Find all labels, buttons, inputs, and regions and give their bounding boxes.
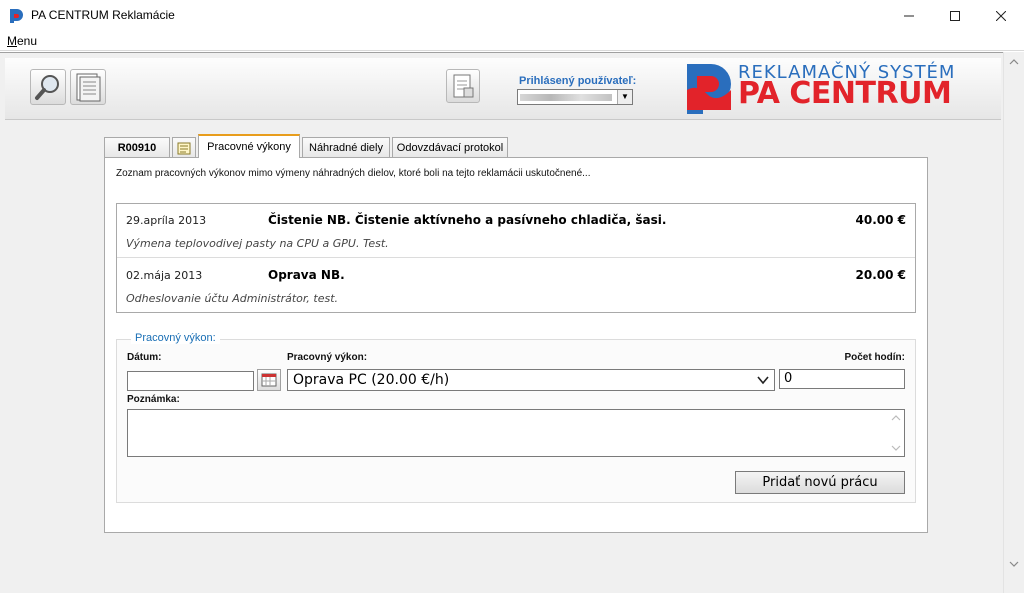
close-icon — [996, 11, 1006, 21]
report-list-button[interactable] — [70, 69, 106, 105]
list-item[interactable]: 02.mája 2013 Oprava NB. 20.00 € Odheslov… — [117, 259, 915, 313]
work-tab-panel: Zoznam pracovných výkonov mimo výmeny ná… — [104, 157, 928, 533]
document-edit-button[interactable] — [446, 69, 480, 103]
work-type-select[interactable]: Oprava PC (20.00 €/h) — [287, 369, 775, 391]
hours-label: Počet hodín: — [844, 352, 905, 363]
work-form-group: Pracovný výkon: Dátum: Pracovný výkon: P… — [116, 332, 916, 503]
chevron-down-icon[interactable]: ▼ — [617, 90, 632, 104]
intro-text: Zoznam pracovných výkonov mimo výmeny ná… — [116, 168, 591, 179]
logged-user-label: Prihlásený používateľ: — [519, 75, 637, 87]
pa-centrum-logo-icon — [687, 64, 731, 114]
work-date: 29.apríla 2013 — [126, 214, 207, 227]
textarea-scroll-icon[interactable] — [887, 410, 905, 456]
work-type-value: Oprava PC (20.00 €/h) — [293, 372, 450, 388]
date-input[interactable] — [127, 371, 254, 391]
tab-handover-protocol[interactable]: Odovzdávací protokol — [392, 137, 508, 157]
group-title: Pracovný výkon: — [131, 332, 220, 344]
add-work-button[interactable]: Pridať novú prácu — [735, 471, 905, 494]
work-price: 40.00 € — [855, 213, 906, 227]
tab-reclamation-id[interactable]: R00910 — [104, 137, 170, 157]
menu-label-rest: enu — [17, 34, 38, 48]
logged-user-select[interactable]: ▼ — [517, 89, 633, 105]
magnifier-icon — [35, 75, 59, 100]
date-label: Dátum: — [127, 352, 162, 363]
scroll-up-icon[interactable] — [1004, 58, 1024, 72]
tab-notes[interactable] — [172, 137, 196, 157]
minimize-icon — [904, 15, 914, 17]
minimize-button[interactable] — [886, 0, 932, 32]
document-icon — [453, 74, 474, 98]
logo-title: PA CENTRUM — [738, 76, 952, 111]
window-title: PA CENTRUM Reklamácie — [31, 8, 175, 22]
work-note: Výmena teplovodivej pasty na CPU a GPU. … — [126, 237, 389, 250]
menu-item-menu[interactable]: Menu — [7, 34, 37, 48]
work-date: 02.mája 2013 — [126, 269, 203, 282]
maximize-button[interactable] — [932, 0, 978, 32]
tab-label: Pracovné výkony — [207, 141, 291, 153]
hours-input[interactable]: 0 — [779, 369, 905, 389]
calendar-button[interactable] — [257, 369, 281, 391]
work-type-label: Pracovný výkon: — [287, 352, 368, 363]
tab-label: Náhradné diely — [309, 141, 383, 154]
search-button[interactable] — [30, 69, 66, 105]
title-bar: PA CENTRUM Reklamácie — [0, 0, 1024, 32]
close-button[interactable] — [978, 0, 1024, 32]
note-textarea[interactable] — [127, 409, 905, 457]
app-icon — [10, 9, 23, 23]
menu-mnemonic: M — [7, 34, 17, 48]
tab-work-performed[interactable]: Pracovné výkony — [198, 134, 300, 158]
scroll-down-icon[interactable] — [1004, 560, 1024, 574]
menu-bar: Menu — [0, 32, 1024, 51]
chevron-down-icon — [757, 376, 769, 385]
work-title: Oprava NB. — [268, 268, 345, 282]
tab-label: Odovzdávací protokol — [396, 141, 504, 154]
list-item[interactable]: 29.apríla 2013 Čistenie NB. Čistenie akt… — [117, 204, 915, 258]
vertical-scrollbar[interactable] — [1003, 52, 1024, 593]
notepad-icon — [177, 142, 191, 154]
work-note: Odheslovanie účtu Administrátor, test. — [126, 292, 339, 305]
work-price: 20.00 € — [855, 268, 906, 282]
user-name-obscured — [520, 94, 612, 101]
note-label: Poznámka: — [127, 394, 180, 405]
document-list-icon — [76, 73, 101, 102]
work-list: 29.apríla 2013 Čistenie NB. Čistenie akt… — [116, 203, 916, 313]
app-header: Prihlásený používateľ: ▼ REKLAMAČNÝ SYST… — [5, 58, 1001, 120]
maximize-icon — [950, 11, 960, 21]
tab-spare-parts[interactable]: Náhradné diely — [302, 137, 390, 157]
tab-label: R00910 — [117, 141, 157, 154]
work-title: Čistenie NB. Čistenie aktívneho a pasívn… — [268, 213, 667, 227]
calendar-icon — [261, 373, 277, 387]
